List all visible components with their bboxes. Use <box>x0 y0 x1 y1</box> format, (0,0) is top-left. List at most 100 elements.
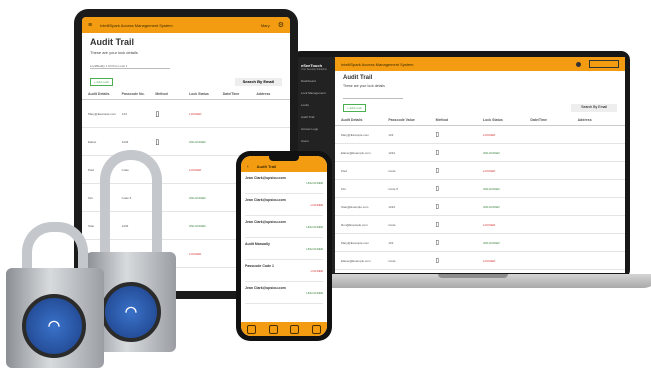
sidebar-item[interactable]: Users <box>297 135 335 147</box>
list-item[interactable]: Audit Manually UNLOCKED <box>245 240 323 260</box>
search-by-email[interactable]: Search By Email <box>571 104 617 112</box>
tablet-table-header: Audit Details Passcode No. Method Lock Stat… <box>82 89 290 100</box>
card-status: UNLOCKED <box>306 181 323 185</box>
add-lock-button[interactable]: + Add Lock <box>343 104 366 112</box>
card-status: UNLOCKED <box>306 247 323 251</box>
tablet-column-header: Lock Status <box>189 92 209 96</box>
tablet-add-button[interactable]: + Add Lock <box>90 78 113 86</box>
list-item[interactable]: Jean Clark@upsiou.com UNLOCKED <box>245 174 323 194</box>
tablet-column-header: Address <box>256 92 271 96</box>
phone-title: Audit Trail <box>256 164 277 169</box>
tablet-search[interactable]: Search By Email <box>234 78 282 86</box>
list-item[interactable]: Passcode Code 1 LOCKED <box>245 262 323 282</box>
card-status: LOCKED <box>310 269 323 273</box>
table-row[interactable]: Elaine@Example.com 1234 ▯ UNLOCKED <box>335 144 625 162</box>
gear-icon[interactable]: ⚙ <box>278 21 284 29</box>
row-user: Mary@Example.com <box>341 132 369 137</box>
row-status: LOCKED <box>189 251 202 256</box>
wifi-icon: ◠ <box>124 303 138 319</box>
tablet-page-title: Audit Trail <box>90 37 135 47</box>
row-status: UNLOCKED <box>189 223 206 228</box>
row-status: LOCKED <box>482 132 496 137</box>
table-row[interactable]: Stan@Example.com 1234 ▯ UNLOCKED <box>335 198 625 216</box>
laptop-table-header: Audit Details Passcode Value Method Lock St… <box>335 115 625 126</box>
row-status: LOCKED <box>189 167 202 172</box>
user-icon[interactable] <box>290 324 300 334</box>
row-status: UNLOCKED <box>189 195 206 200</box>
tablet-column-header: Date/Time <box>222 92 240 96</box>
row-status: LOCKED <box>189 111 202 116</box>
sidebar-item[interactable]: Lock Management <box>297 87 335 99</box>
gear-icon[interactable] <box>311 324 321 334</box>
user-icon[interactable] <box>576 61 581 67</box>
card-title: Audit Manually <box>245 242 270 246</box>
lock-select[interactable] <box>343 93 403 99</box>
lock-method-icon: ▯ <box>435 168 439 174</box>
tablet-lock-select[interactable]: LockBuddy 1 M Pros Lock 1 <box>90 64 170 69</box>
laptop-column-header: Audit Details <box>341 118 363 122</box>
lock-method-icon: ▯ <box>435 132 439 138</box>
list-item[interactable]: Jean Clark@upsiou.com UNLOCKED <box>245 284 323 304</box>
card-status: UNLOCKED <box>306 291 323 295</box>
lock-method-icon: ▯ <box>435 186 439 192</box>
sidebar-item[interactable]: Audit Trail <box>297 111 335 123</box>
laptop-brand-sub: Your Security Solutions <box>301 68 327 71</box>
menu-icon[interactable]: ≡ <box>88 22 92 29</box>
row-code: 1234 <box>388 150 396 155</box>
list-icon[interactable] <box>268 324 278 334</box>
padlock-dial: ◠ <box>22 294 86 358</box>
row-code: 1234 <box>121 139 129 144</box>
lock-method-icon: ▯ <box>155 138 160 146</box>
tablet-user[interactable]: Mary <box>261 23 270 28</box>
table-row[interactable]: Mary@Example.com 123 ▯ LOCKED <box>82 100 290 128</box>
row-user: Paul <box>341 168 348 173</box>
phone-tab-bar <box>241 322 327 336</box>
tablet-column-header: Audit Details <box>88 92 110 96</box>
phone-device: ‹ Audit Trail Jean Clark@upsiou.com UNLOC… <box>236 151 332 341</box>
row-code: Code <box>388 222 396 227</box>
row-status: LOCKED <box>482 168 496 173</box>
laptop-page-title: Audit Trail <box>343 75 373 81</box>
lock-method-icon: ▯ <box>435 204 439 210</box>
home-icon[interactable] <box>247 324 257 334</box>
row-status: UNLOCKED <box>189 139 206 144</box>
tablet-subtitle: These are your lock details <box>90 50 138 55</box>
table-row[interactable]: Mary@Example.com 123 ▯ UNLOCKED <box>335 234 625 252</box>
list-item[interactable]: Jean Clark@upsiou.com UNLOCKED <box>245 218 323 238</box>
card-title: Jean Clark@upsiou.com <box>245 220 286 224</box>
laptop-subtitle: These are your lock details <box>343 84 385 88</box>
row-user: Elaine <box>88 139 97 144</box>
table-row[interactable]: Elaine@Example.com Code ▯ LOCKED <box>335 252 625 270</box>
laptop-column-header: Address <box>577 118 592 122</box>
laptop-notch <box>438 274 508 278</box>
wifi-icon: ◠ <box>47 317 61 333</box>
sidebar-item[interactable]: Locks <box>297 99 335 111</box>
sidebar-item[interactable]: Access Logs <box>297 123 335 135</box>
lock-method-icon: ▯ <box>435 240 439 246</box>
list-item[interactable]: Jean Clark@upsiou.com LOCKED <box>245 196 323 216</box>
tablet-app-title: IntelliSpark Access Management System <box>100 22 173 28</box>
card-status: LOCKED <box>310 203 323 207</box>
row-user: Elaine@Example.com <box>341 258 371 263</box>
sidebar-item[interactable]: Dashboard <box>297 75 335 87</box>
laptop-column-header: Lock Status <box>482 118 503 122</box>
card-title: Jean Clark@upsiou.com <box>245 286 286 290</box>
table-row[interactable]: Paul Code ▯ LOCKED <box>335 162 625 180</box>
back-icon[interactable]: ‹ <box>247 164 249 170</box>
row-status: LOCKED <box>482 222 496 227</box>
row-code: 1234 <box>388 204 396 209</box>
table-row[interactable]: Mary@Example.com 123 ▯ LOCKED <box>335 126 625 144</box>
row-status: UNLOCKED <box>482 204 500 209</box>
table-row[interactable]: Ron@Example.com Code ▯ LOCKED <box>335 216 625 234</box>
card-status: UNLOCKED <box>306 225 323 229</box>
row-user: Kim <box>341 186 347 191</box>
laptop-column-header: Date/Time <box>530 118 547 122</box>
lock-method-icon: ▯ <box>435 258 439 264</box>
row-status: UNLOCKED <box>482 240 500 245</box>
phone-screen: ‹ Audit Trail Jean Clark@upsiou.com UNLOC… <box>241 156 327 336</box>
row-user: Elaine@Example.com <box>341 150 371 155</box>
header-search-box[interactable] <box>589 60 619 68</box>
tablet-column-header: Passcode No. <box>121 92 145 96</box>
table-row[interactable]: Kim Code 5 ▯ UNLOCKED <box>335 180 625 198</box>
row-status: UNLOCKED <box>482 186 500 191</box>
